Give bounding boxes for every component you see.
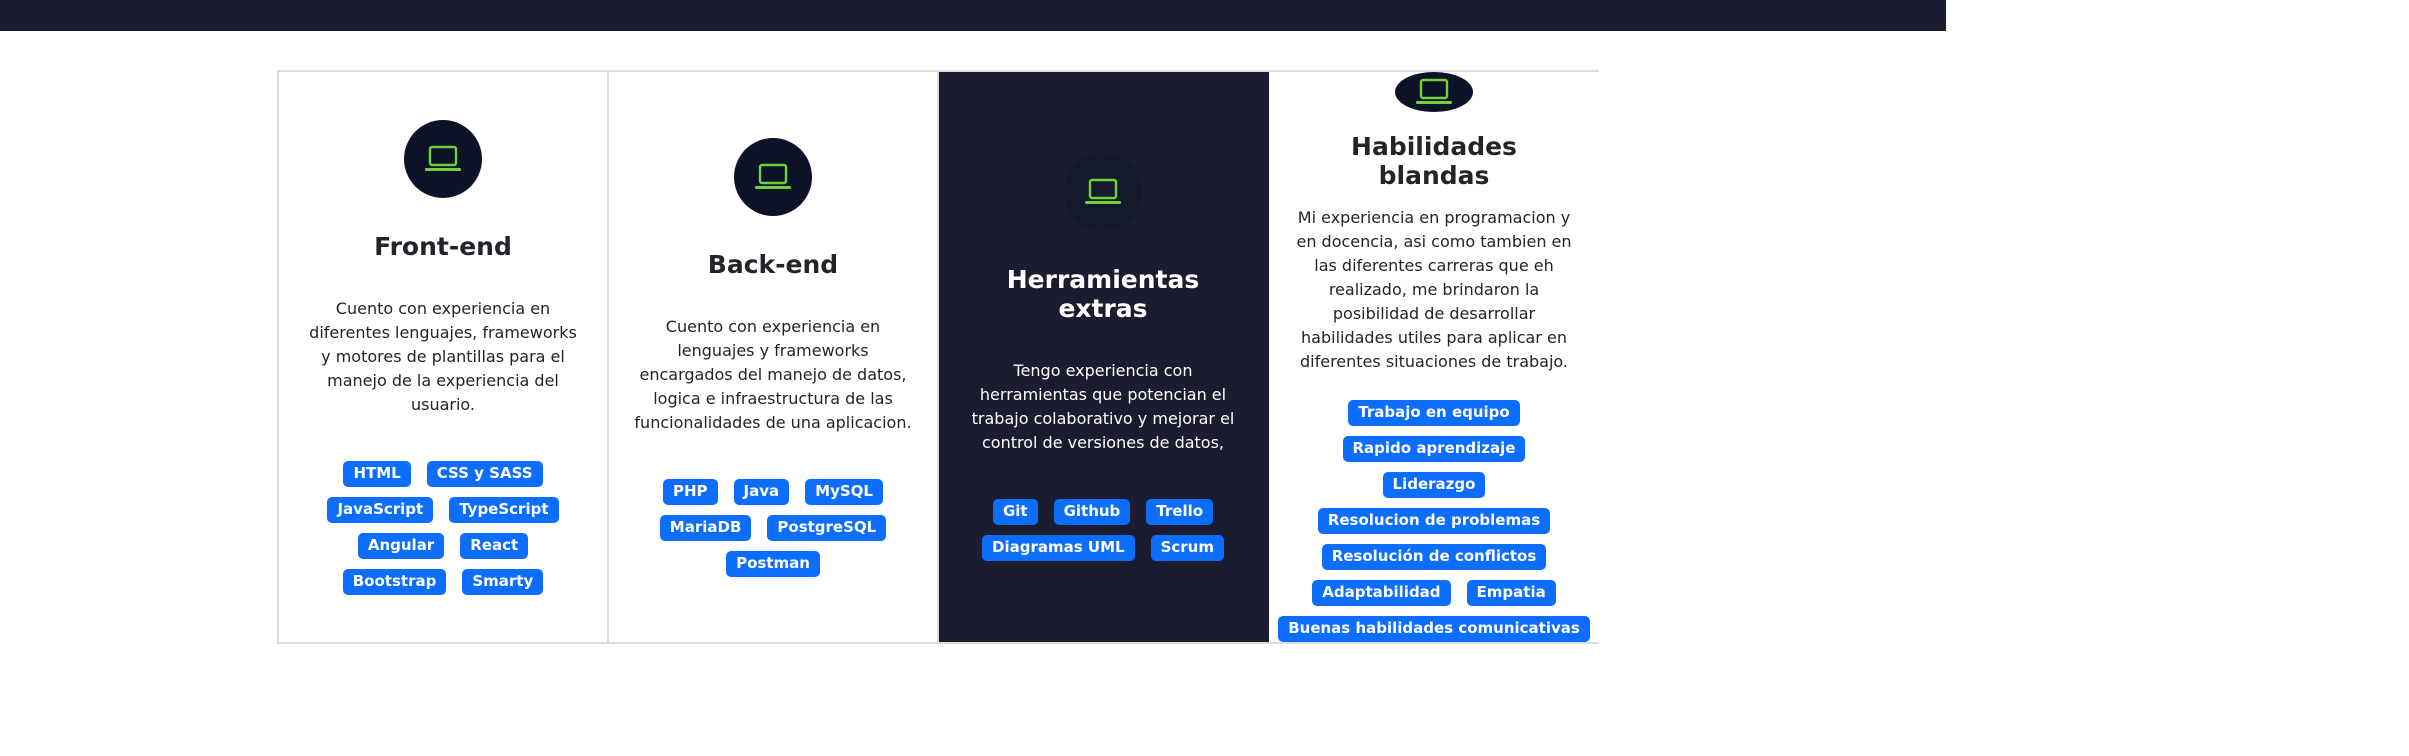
icon-circle (1395, 72, 1473, 112)
card-title: Front-end (374, 231, 512, 261)
skill-badges: Trabajo en equipo Rapido aprendizaje Lid… (1278, 400, 1590, 642)
icon-circle (734, 137, 812, 216)
skill-badge: Empatia (1466, 580, 1556, 606)
skill-badges: HTML CSS y SASS JavaScript TypeScript An… (303, 460, 583, 595)
icon-circle (404, 119, 482, 198)
skill-badge: React (460, 532, 529, 559)
card-description: Cuento con experiencia en lenguajes y fr… (634, 316, 912, 432)
skill-badge: MariaDB (659, 514, 752, 541)
skill-badge: Git (992, 499, 1038, 525)
skill-badge: Scrum (1150, 535, 1224, 561)
skill-card-backend: Back-end Cuento con experiencia en lengu… (609, 72, 939, 642)
laptop-icon (425, 145, 461, 171)
skill-card-tools: Herramientas extras Tengo experiencia co… (939, 72, 1269, 642)
skill-badge: TypeScript (449, 496, 559, 523)
skill-badge: Trello (1146, 499, 1214, 525)
laptop-icon (755, 163, 791, 189)
icon-circle (1064, 153, 1142, 231)
card-description: Tengo experiencia con herramientas que p… (971, 361, 1235, 452)
skill-badge: Trabajo en equipo (1348, 400, 1520, 426)
skill-badge: PHP (663, 478, 718, 505)
top-navbar (0, 0, 1946, 31)
laptop-icon (1416, 78, 1452, 104)
card-title: Habilidades blandas (1351, 132, 1517, 190)
skill-badge: MySQL (805, 478, 883, 505)
skill-badge: CSS y SASS (426, 460, 543, 487)
skills-section: Front-end Cuento con experiencia en dife… (277, 70, 1599, 644)
card-title: Back-end (707, 249, 839, 279)
skill-badge: Rapido aprendizaje (1342, 436, 1526, 462)
skill-badges: Git Github Trello Diagramas UML Scrum (963, 499, 1243, 561)
skill-badges: PHP Java MySQL MariaDB PostgreSQL Postma… (633, 478, 913, 577)
skill-badge: Resolución de conflictos (1321, 544, 1547, 570)
skill-badge: Github (1053, 499, 1131, 525)
skill-badge: Smarty (462, 568, 544, 595)
skill-badge: Liderazgo (1382, 472, 1486, 498)
skill-card-soft-skills: Habilidades blandas Mi experiencia en pr… (1269, 72, 1599, 642)
skill-badge: Buenas habilidades comunicativas (1278, 616, 1590, 642)
skill-badge: Postman (726, 550, 820, 577)
skill-card-frontend: Front-end Cuento con experiencia en dife… (279, 72, 609, 642)
skill-badge: JavaScript (327, 496, 434, 523)
card-description: Cuento con experiencia en diferentes len… (309, 298, 577, 414)
skill-badge: Diagramas UML (982, 535, 1135, 561)
card-title: Herramientas extras (1006, 265, 1200, 323)
laptop-icon (1085, 178, 1121, 204)
card-description: Mi experiencia en programacion y en doce… (1296, 208, 1572, 371)
skill-badge: Resolucion de problemas (1317, 508, 1551, 534)
skill-badge: Angular (357, 532, 445, 559)
skill-badge: Adaptabilidad (1312, 580, 1451, 606)
skill-badge: PostgreSQL (767, 514, 887, 541)
skill-badge: HTML (343, 460, 411, 487)
skill-badge: Bootstrap (342, 568, 447, 595)
skill-badge: Java (733, 478, 790, 505)
